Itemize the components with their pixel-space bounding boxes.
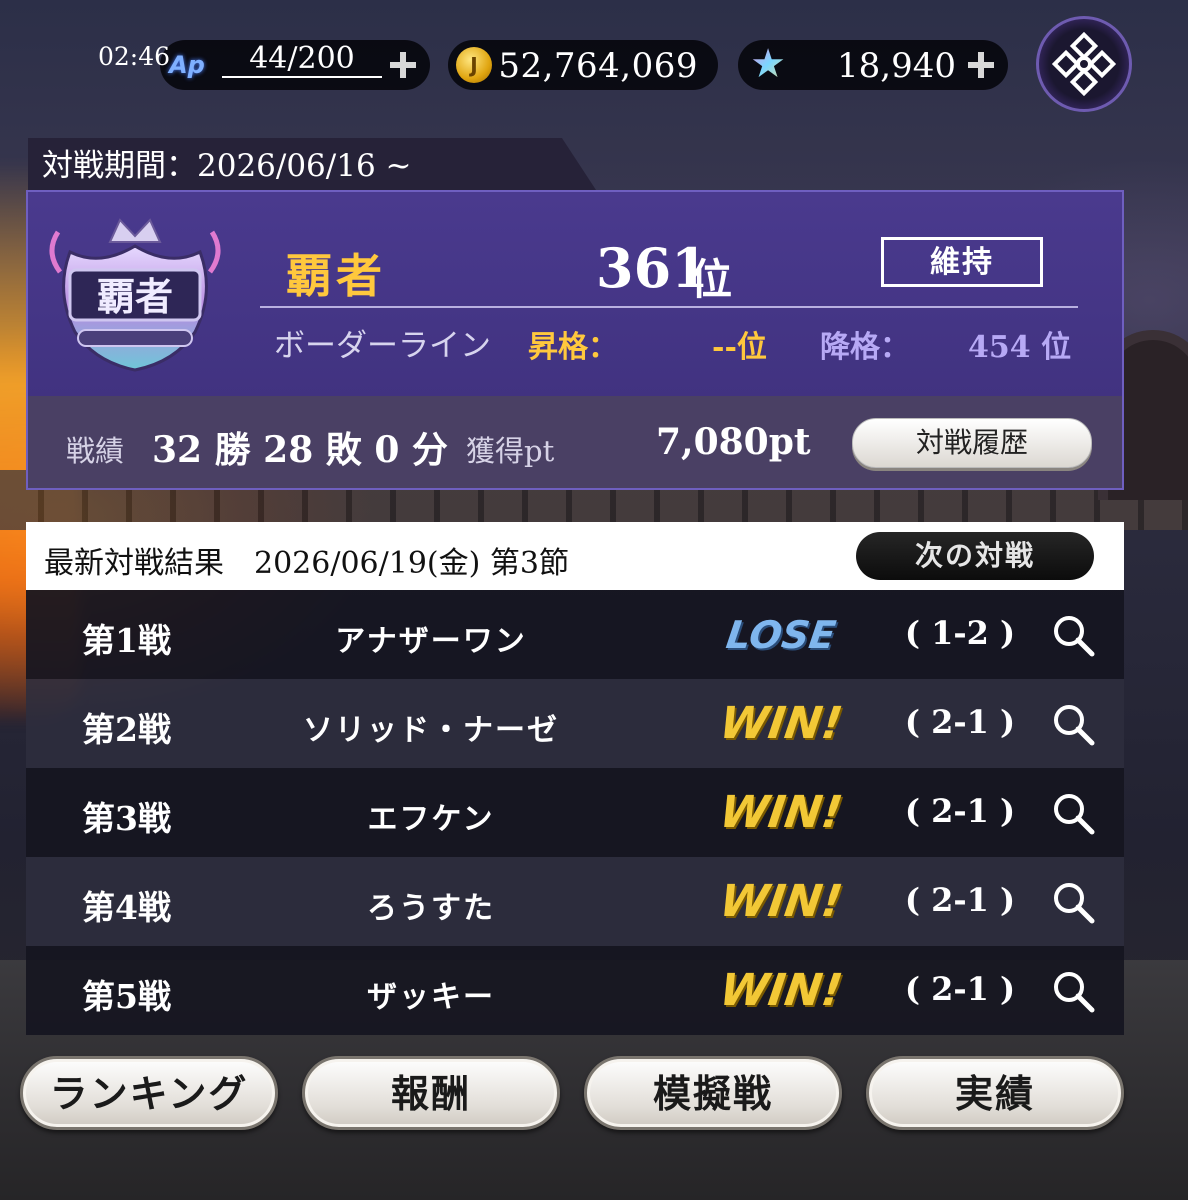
champion-emblem-icon: 覇者 (49, 218, 221, 372)
opponent-name: ザッキー (367, 980, 495, 1015)
match-row[interactable]: 第3戦 エフケン WIN! ( 2-1 ) (26, 768, 1124, 857)
match-score: ( 2-1 ) (904, 881, 1016, 919)
border-line-label: ボーダーライン (274, 328, 491, 364)
coin-value: 52,764,069 (498, 46, 698, 86)
opponent-name: ろうすた (367, 891, 495, 926)
promotion-label: 昇格： (528, 330, 618, 365)
star-counter: ★ 18,940 (738, 40, 1008, 90)
match-result-badge: WIN! (716, 787, 846, 838)
mock-battle-button[interactable]: 模擬戦 (584, 1056, 842, 1130)
match-result-badge: LOSE (723, 613, 839, 657)
match-row[interactable]: 第4戦 ろうすた WIN! ( 2-1 ) (26, 857, 1124, 946)
ap-counter: Ap 44/200 (160, 40, 430, 90)
match-score: ( 2-1 ) (904, 703, 1016, 741)
match-number: 第3戦 (82, 799, 171, 838)
match-row[interactable]: 第2戦 ソリッド・ナーゼ WIN! ( 2-1 ) (26, 679, 1124, 768)
coin-counter: J 52,764,069 (448, 40, 718, 90)
next-battle-button[interactable]: 次の対戦 (856, 532, 1094, 580)
panel-divider (260, 306, 1078, 308)
ap-value: 44/200 (222, 42, 382, 78)
ap-timer: 02:46 (98, 42, 171, 71)
match-row[interactable]: 第1戦 アナザーワン LOSE ( 1-2 ) (26, 590, 1124, 679)
match-number: 第5戦 (82, 977, 171, 1016)
ap-icon: Ap (169, 51, 205, 79)
search-icon[interactable] (1050, 968, 1096, 1014)
star-add-icon[interactable] (968, 52, 994, 78)
points-label: 獲得pt (466, 434, 555, 468)
match-number: 第4戦 (82, 888, 171, 927)
menu-button[interactable] (1036, 16, 1132, 112)
star-icon: ★ (746, 42, 790, 86)
match-score: ( 2-1 ) (904, 792, 1016, 830)
battle-history-button[interactable]: 対戦履歴 (852, 418, 1092, 468)
demotion-label: 降格： (820, 330, 910, 365)
opponent-name: ソリッド・ナーゼ (303, 713, 559, 748)
record-value: 32 勝 28 敗 0 分 (152, 429, 448, 471)
search-icon[interactable] (1050, 701, 1096, 747)
promotion-value: --位 (712, 330, 767, 365)
results-title: 最新対戦結果 2026/06/19(金) 第3節 (44, 546, 569, 581)
svg-text:覇者: 覇者 (97, 274, 173, 319)
match-row[interactable]: 第5戦 ザッキー WIN! ( 2-1 ) (26, 946, 1124, 1035)
points-value: 7,080pt (656, 421, 811, 463)
rank-status-badge: 維持 (881, 237, 1043, 287)
rank-unit: 位 (690, 255, 733, 304)
achievements-button[interactable]: 実績 (866, 1056, 1124, 1130)
match-result-badge: WIN! (716, 965, 846, 1016)
demotion-value: 454 位 (968, 330, 1072, 365)
match-score: ( 2-1 ) (904, 970, 1016, 1008)
search-icon[interactable] (1050, 612, 1096, 658)
search-icon[interactable] (1050, 790, 1096, 836)
match-number: 第1戦 (82, 621, 171, 660)
ranking-button[interactable]: ランキング (20, 1056, 278, 1130)
menu-emblem-icon (1052, 32, 1116, 96)
rewards-button[interactable]: 報酬 (302, 1056, 560, 1130)
opponent-name: アナザーワン (335, 624, 527, 659)
match-result-badge: WIN! (716, 698, 846, 749)
opponent-name: エフケン (367, 802, 495, 837)
match-score: ( 1-2 ) (904, 614, 1016, 652)
record-label: 戦績 (66, 434, 125, 468)
ap-add-icon[interactable] (390, 52, 416, 78)
battle-period: 対戦期間：2026/06/16 ~ 2026/06/21 (28, 138, 596, 190)
league-name: 覇者 (286, 249, 386, 303)
match-number: 第2戦 (82, 710, 171, 749)
coin-icon: J (456, 47, 492, 83)
search-icon[interactable] (1050, 879, 1096, 925)
match-result-badge: WIN! (716, 876, 846, 927)
star-value: 18,940 (837, 46, 956, 86)
